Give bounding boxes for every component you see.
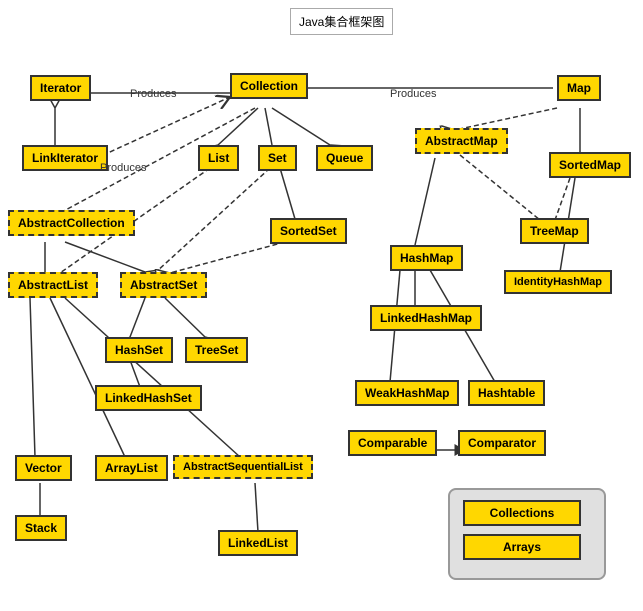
legend-box: Collections Arrays: [448, 488, 606, 580]
node-AbstractList: AbstractList: [8, 272, 98, 298]
node-Queue: Queue: [316, 145, 373, 171]
node-Hashtable: Hashtable: [468, 380, 545, 406]
node-TreeMap: TreeMap: [520, 218, 589, 244]
node-HashSet: HashSet: [105, 337, 173, 363]
node-ArrayList: ArrayList: [95, 455, 168, 481]
node-Vector: Vector: [15, 455, 72, 481]
node-LinkedHashMap: LinkedHashMap: [370, 305, 482, 331]
node-AbstractSet: AbstractSet: [120, 272, 207, 298]
node-IdentityHashMap: IdentityHashMap: [504, 270, 612, 294]
node-Set: Set: [258, 145, 297, 171]
node-AbstractCollection: AbstractCollection: [8, 210, 135, 236]
node-Collection: Collection: [230, 73, 308, 99]
node-Comparable: Comparable: [348, 430, 437, 456]
node-AbstractMap: AbstractMap: [415, 128, 508, 154]
node-SortedMap: SortedMap: [549, 152, 631, 178]
node-TreeSet: TreeSet: [185, 337, 248, 363]
node-LinkIterator: LinkIterator: [22, 145, 108, 171]
label-produces-3: Produces: [100, 162, 146, 174]
node-Iterator: Iterator: [30, 75, 91, 101]
node-AbstractSequentialList: AbstractSequentialList: [173, 455, 313, 479]
node-List: List: [198, 145, 239, 171]
label-produces-2: Produces: [390, 88, 436, 100]
title-node: Java集合框架图: [290, 8, 393, 35]
node-Collections: Collections: [463, 500, 581, 526]
label-produces-1: Produces: [130, 88, 176, 100]
node-Map: Map: [557, 75, 601, 101]
node-Comparator: Comparator: [458, 430, 546, 456]
node-WeakHashMap: WeakHashMap: [355, 380, 459, 406]
node-HashMap: HashMap: [390, 245, 463, 271]
node-Stack: Stack: [15, 515, 67, 541]
title-text: Java集合框架图: [299, 15, 384, 29]
diagram: Java集合框架图 Iterator Collection Map Produc…: [0, 0, 643, 611]
node-LinkedList: LinkedList: [218, 530, 298, 556]
node-LinkedHashSet: LinkedHashSet: [95, 385, 202, 411]
node-SortedSet: SortedSet: [270, 218, 347, 244]
node-Arrays: Arrays: [463, 534, 581, 560]
